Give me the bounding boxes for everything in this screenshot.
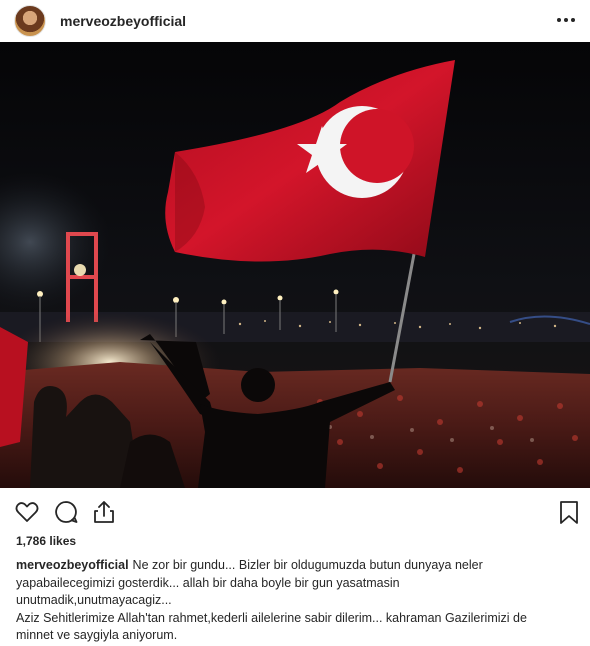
caption-line: yapabailecegimizi gosterdik... allah bir… [16,575,400,590]
caption-line: minnet ve saygiyla aniyorum. [16,628,178,642]
caption-line: Aziz Sehitlerimize Allah'tan rahmet,kede… [16,610,527,625]
heart-outline-icon[interactable] [13,498,41,526]
post-caption: merveozbeyofficial Ne zor bir gundu... Bi… [16,557,576,645]
action-bar [0,496,590,530]
caption-line: unutmadik,unutmayacagiz... [16,593,172,607]
bookmark-icon[interactable] [555,498,583,526]
likes-count[interactable]: 1,786 likes [16,534,76,548]
post-username[interactable]: merveozbeyofficial [60,13,186,29]
post-image[interactable] [0,42,590,488]
comment-icon[interactable] [52,498,80,526]
profile-avatar[interactable] [14,5,46,37]
post-photo-illustration [0,42,590,488]
post-header: merveozbeyofficial [0,0,590,42]
caption-username[interactable]: merveozbeyofficial [16,558,129,572]
caption-text: Ne zor bir gundu... Bizler bir oldugumuz… [132,558,483,572]
share-icon[interactable] [90,498,118,526]
caption-line: merveozbeyofficial Ne zor bir gundu... Bi… [16,557,576,575]
more-horizontal-icon[interactable] [554,8,578,32]
